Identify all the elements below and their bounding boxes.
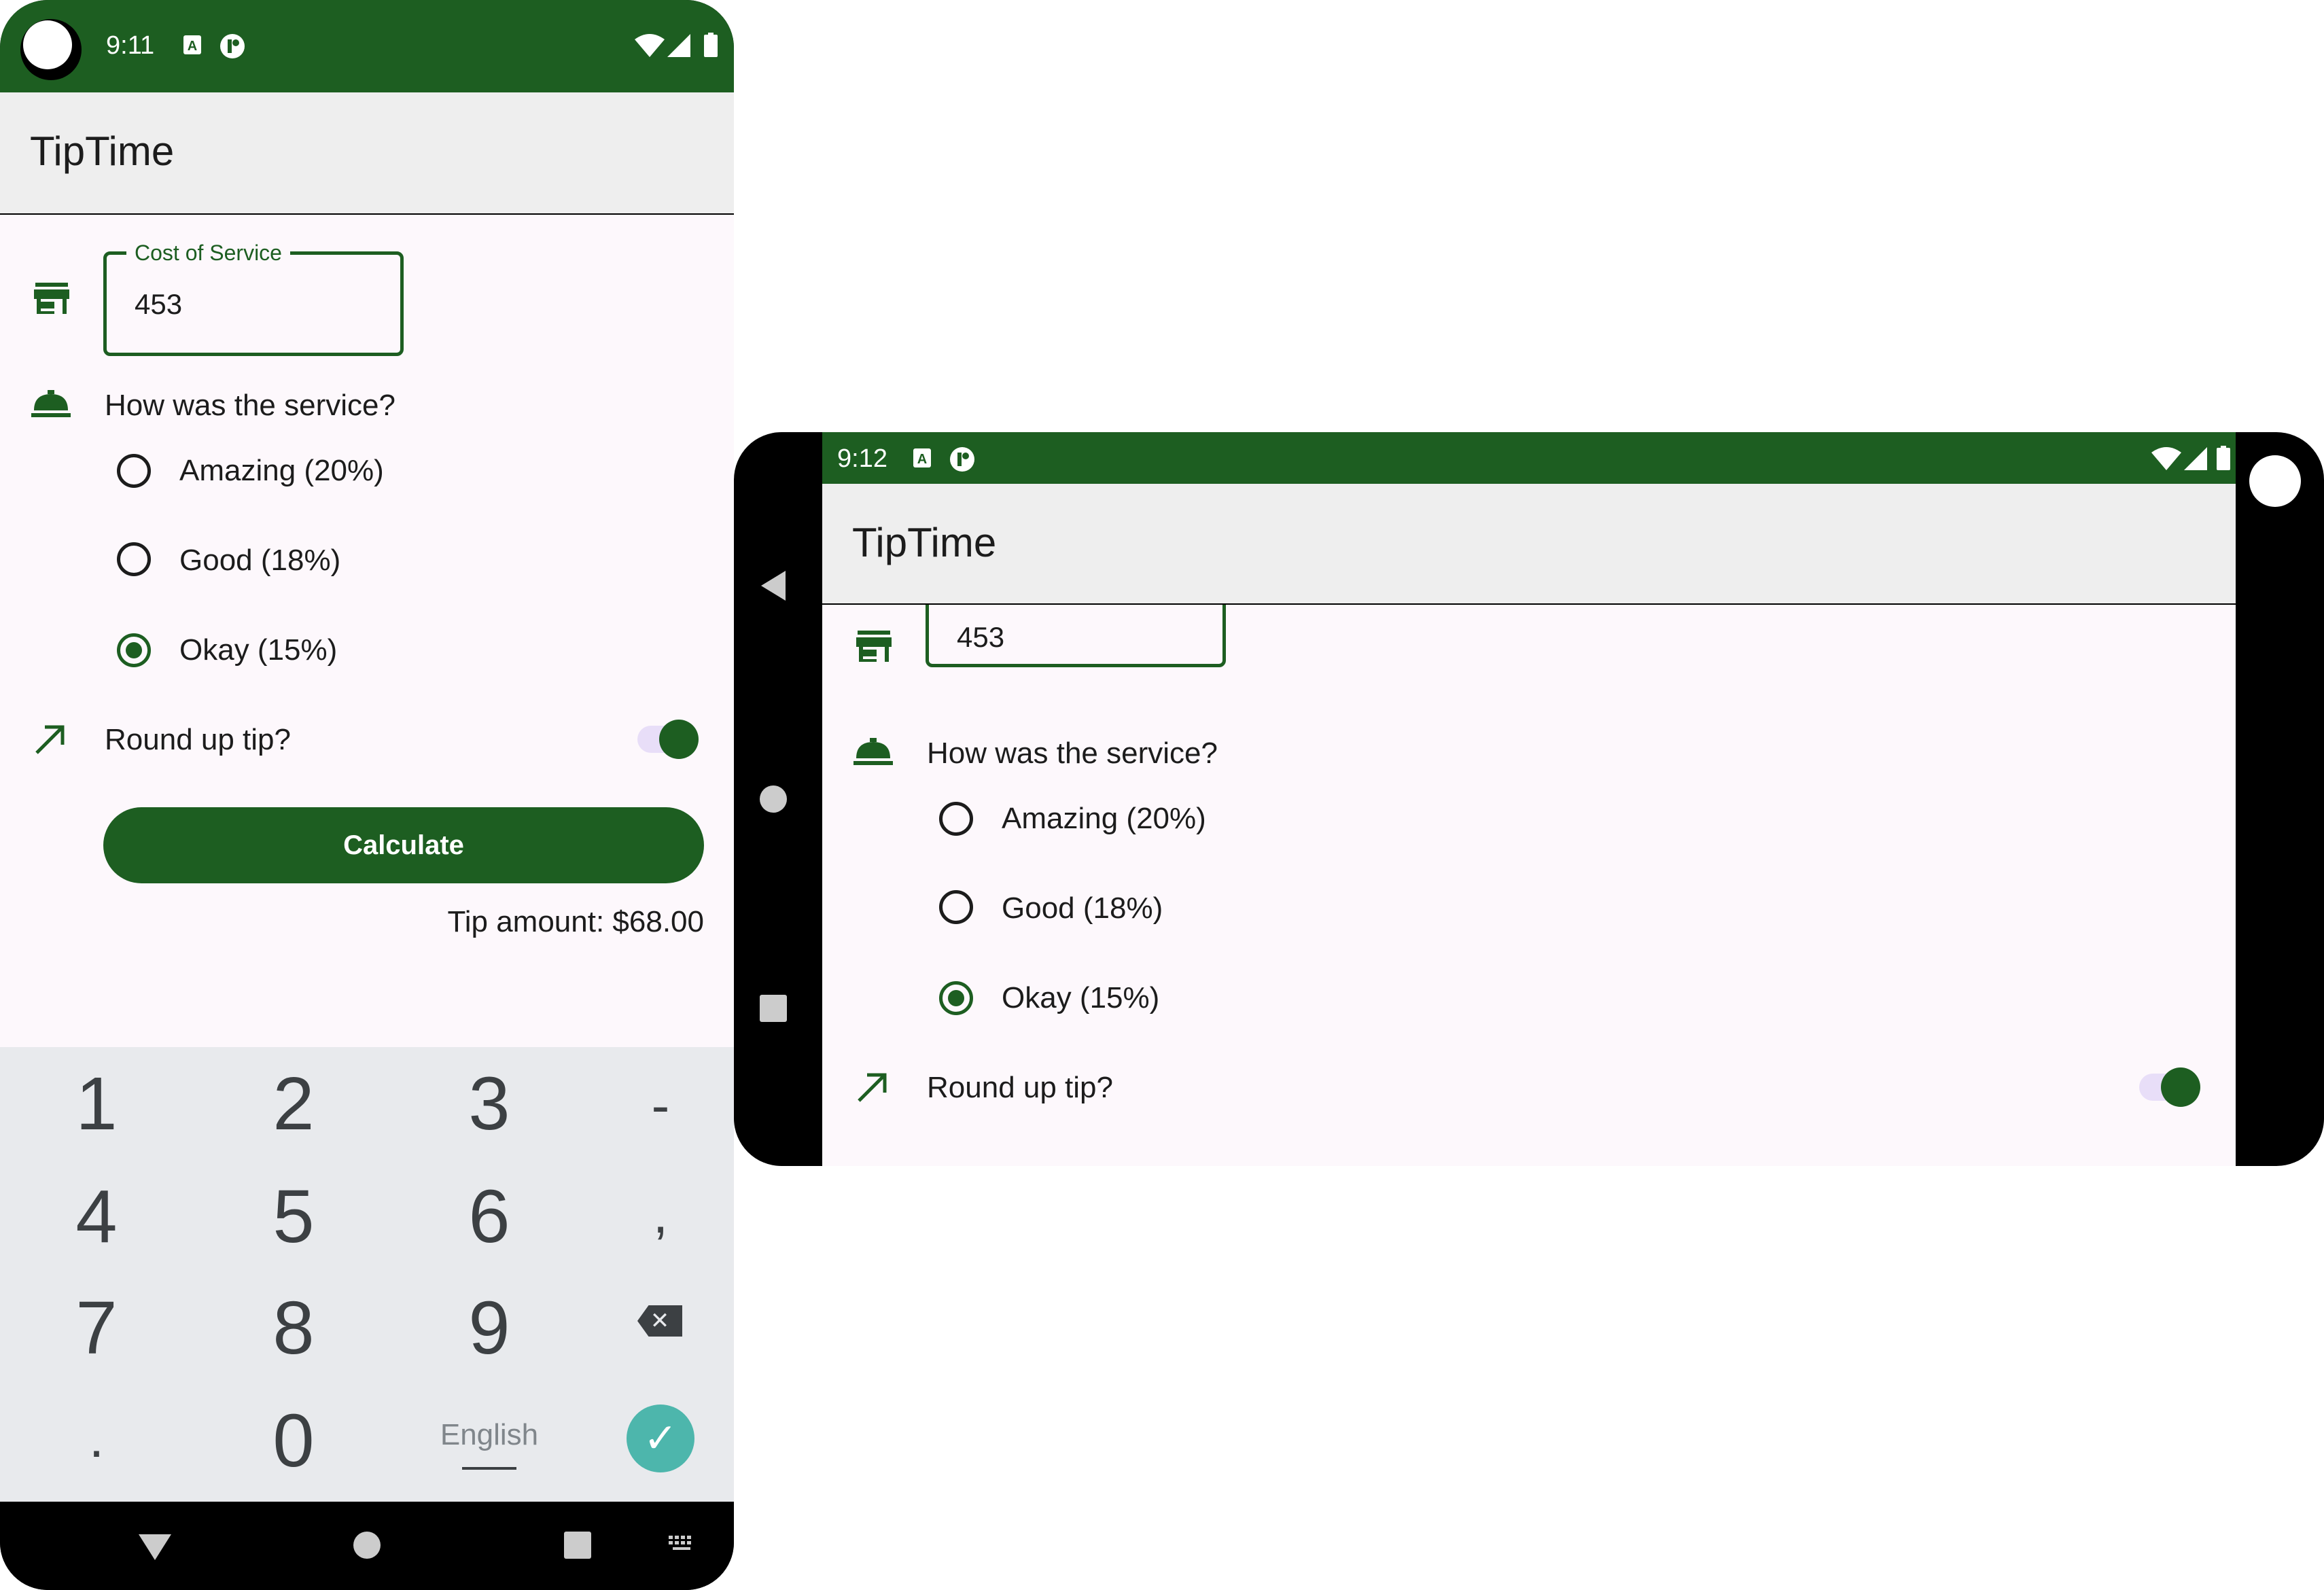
- back-icon[interactable]: [139, 1534, 171, 1560]
- radio-okay[interactable]: [117, 633, 151, 667]
- option-okay-label: Okay (15%): [179, 633, 338, 667]
- navigation-bar: [0, 1502, 734, 1590]
- store-icon: [856, 631, 892, 663]
- switch-thumb: [2161, 1067, 2200, 1107]
- camera-lens: [23, 20, 72, 69]
- key-5[interactable]: 5: [226, 1173, 362, 1260]
- notification-app-icon: [219, 33, 246, 60]
- main-content: Cost of Service 453 How was the service?…: [0, 215, 734, 1047]
- calculate-button[interactable]: Calculate: [103, 807, 704, 883]
- app-title: TipTime: [30, 128, 175, 174]
- backspace-icon[interactable]: ✕: [637, 1305, 682, 1337]
- key-8[interactable]: 8: [226, 1285, 362, 1371]
- store-icon: [34, 283, 69, 315]
- key-minus[interactable]: -: [593, 1074, 728, 1137]
- keyboard-icon[interactable]: [669, 1536, 696, 1555]
- key-3[interactable]: 3: [421, 1061, 557, 1147]
- app-bar: TipTime: [822, 484, 2236, 603]
- key-1[interactable]: 1: [29, 1061, 164, 1147]
- radio-amazing[interactable]: [117, 454, 151, 488]
- battery-icon: [2217, 446, 2230, 470]
- tip-amount: Tip amount: $68.00: [447, 905, 704, 938]
- language-underline: [462, 1467, 516, 1470]
- wifi-icon: [635, 34, 665, 57]
- round-up-label: Round up tip?: [105, 723, 291, 756]
- radio-good[interactable]: [117, 542, 151, 576]
- back-icon[interactable]: [761, 571, 786, 601]
- round-up-label: Round up tip?: [927, 1071, 1113, 1104]
- numeric-keyboard: 1 2 3 - 4 5 6 , 7 8 9 ✕ . 0 English ✓: [0, 1047, 734, 1502]
- battery-icon: [704, 33, 718, 57]
- option-amazing-label: Amazing (20%): [179, 454, 384, 487]
- app-bar: TipTime: [0, 92, 734, 213]
- signal-icon: [667, 34, 690, 57]
- cost-field-label: Cost of Service: [126, 241, 290, 266]
- main-content: 453 How was the service? Amazing (20%) G…: [822, 605, 2236, 1166]
- key-9[interactable]: 9: [421, 1285, 557, 1371]
- svg-text:A: A: [917, 452, 927, 467]
- service-question: How was the service?: [927, 737, 1218, 770]
- service-question: How was the service?: [105, 389, 395, 422]
- room-service-icon: [853, 738, 893, 766]
- key-7[interactable]: 7: [29, 1285, 164, 1371]
- option-good-label: Good (18%): [1002, 891, 1163, 925]
- landscape-device: 9:12 A TipTime 453 How was the service?: [734, 432, 2324, 1166]
- notification-a-icon: A: [912, 447, 932, 469]
- check-icon[interactable]: ✓: [627, 1404, 694, 1472]
- cost-field-value: 453: [135, 288, 183, 320]
- camera-cutout: [2249, 455, 2301, 507]
- key-6[interactable]: 6: [421, 1173, 557, 1260]
- language-switch[interactable]: English: [415, 1418, 564, 1452]
- trending-up-icon: [34, 723, 67, 756]
- trending-up-icon: [856, 1071, 889, 1103]
- option-good-label: Good (18%): [179, 544, 341, 577]
- svg-text:A: A: [188, 39, 197, 54]
- recents-icon[interactable]: [760, 995, 787, 1022]
- radio-okay[interactable]: [939, 981, 973, 1015]
- key-0[interactable]: 0: [226, 1398, 362, 1484]
- key-4[interactable]: 4: [29, 1173, 164, 1260]
- option-okay-label: Okay (15%): [1002, 981, 1160, 1014]
- notification-app-icon: [949, 446, 976, 473]
- option-amazing-label: Amazing (20%): [1002, 802, 1206, 835]
- status-time: 9:12: [837, 444, 887, 473]
- key-period[interactable]: .: [29, 1407, 164, 1470]
- key-2[interactable]: 2: [226, 1061, 362, 1147]
- status-bar: 9:11 A: [0, 0, 734, 92]
- signal-icon: [2184, 447, 2207, 470]
- radio-amazing[interactable]: [939, 802, 973, 836]
- key-comma[interactable]: ,: [593, 1183, 728, 1246]
- cost-field-value: 453: [957, 621, 1005, 653]
- room-service-icon: [31, 390, 71, 419]
- app-title: TipTime: [852, 520, 997, 565]
- status-bar: 9:12 A: [822, 432, 2236, 484]
- portrait-device: 9:11 A TipTime Cost of Service 453 How w…: [0, 0, 734, 1590]
- recents-icon[interactable]: [564, 1532, 591, 1559]
- home-icon[interactable]: [760, 785, 787, 813]
- home-icon[interactable]: [353, 1532, 381, 1559]
- wifi-icon: [2151, 447, 2181, 470]
- radio-good[interactable]: [939, 890, 973, 924]
- switch-thumb: [659, 720, 699, 759]
- notification-a-icon: A: [182, 34, 203, 56]
- status-time: 9:11: [106, 31, 155, 60]
